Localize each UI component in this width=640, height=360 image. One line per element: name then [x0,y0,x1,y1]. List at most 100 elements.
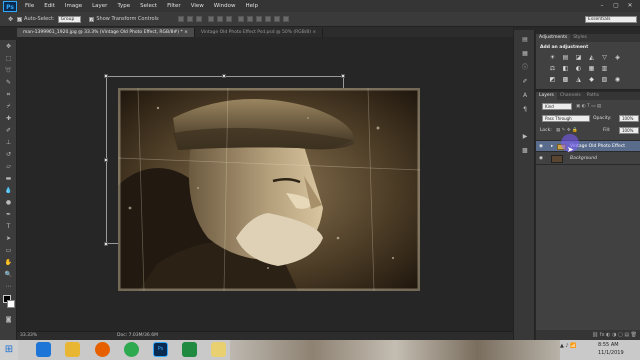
eye-icon[interactable]: ◉ [539,141,543,153]
layer-name[interactable]: Background [570,153,597,165]
blend-mode-dropdown[interactable]: Pass Through [542,115,590,122]
color-balance-adjustment-icon[interactable]: ⚖ [548,65,557,73]
layer-filter-dropdown[interactable]: Kind [542,103,572,110]
workspace-dropdown[interactable]: Essentials [585,15,637,23]
distribute-middle-button[interactable] [246,16,253,22]
file-explorer-icon[interactable] [65,342,80,357]
chrome-icon[interactable] [124,342,139,357]
distribute-bottom-button[interactable] [255,16,262,22]
app-taskbar-icon[interactable] [182,342,197,357]
hue-saturation-adjustment-icon[interactable]: ◈ [613,54,622,62]
transform-handle[interactable] [104,158,108,162]
menu-layer[interactable]: Layer [87,3,112,9]
tab-channels[interactable]: Channels [557,92,584,100]
menu-filter[interactable]: Filter [162,3,186,9]
layers-footer-icons[interactable]: ⛓ fx ◐ ◑ ▢ ▤ 🗑 [536,330,640,340]
auto-select-checkbox[interactable]: ✓ [17,16,23,22]
tab-layers[interactable]: Layers [536,92,557,100]
threshold-adjustment-icon[interactable]: ◮ [574,76,583,84]
quick-select-tool-icon[interactable]: ✎ [2,77,15,88]
menu-help[interactable]: Help [240,3,263,9]
brush-panel-icon[interactable]: ✐ [518,77,532,86]
pen-tool-icon[interactable]: ✒ [2,209,15,220]
curves-adjustment-icon[interactable]: ◪ [574,54,583,62]
distribute-left-button[interactable] [264,16,271,22]
tab-vintage-psd[interactable]: Vintage Old Photo Effect Psd.psd @ 50% (… [194,28,324,37]
auto-select-dropdown[interactable]: Group [57,15,82,23]
character-panel-icon[interactable]: A [518,91,532,100]
crop-tool-icon[interactable]: ⌗ [2,89,15,100]
fill-field[interactable]: 100% [619,127,639,134]
invert-adjustment-icon[interactable]: ◩ [548,76,557,84]
minimize-button[interactable]: – [596,1,608,10]
start-button-icon[interactable]: ⊞ [0,340,18,360]
background-color-swatch[interactable] [7,300,15,308]
clock-date[interactable]: 11/1/2019 [598,350,624,356]
exposure-adjustment-icon[interactable]: ◭ [587,54,596,62]
photo-filter-adjustment-icon[interactable]: ◐ [574,65,583,73]
tab-man-jpg[interactable]: man-1399961_1920.jpg @ 33.3% (Vintage Ol… [17,28,195,37]
zoom-tool-icon[interactable]: 🔍 [2,269,15,280]
info-panel-icon[interactable]: ⓘ [518,63,532,72]
menu-view[interactable]: View [186,3,209,9]
transform-handle[interactable] [104,74,108,78]
history-brush-tool-icon[interactable]: ↺ [2,149,15,160]
clock-time[interactable]: 8:55 AM [598,342,619,348]
tab-paths[interactable]: Paths [584,92,602,100]
blur-tool-icon[interactable]: 💧 [2,185,15,196]
image-canvas[interactable] [118,88,420,291]
tab-adjustments[interactable]: Adjustments [536,34,571,42]
eyedropper-tool-icon[interactable]: ⌿ [2,101,15,112]
paragraph-panel-icon[interactable]: ¶ [518,105,532,114]
swatches-panel-icon[interactable]: ▩ [518,146,532,155]
align-bottom-button[interactable] [195,16,202,22]
selective-color-adjustment-icon[interactable]: ◆ [587,76,596,84]
extra-adjustment-icon[interactable]: ◉ [613,76,622,84]
menu-type[interactable]: Type [112,3,135,9]
show-transform-checkbox[interactable]: ✓ [89,16,95,22]
maximize-button[interactable]: ▢ [610,1,622,10]
healing-brush-tool-icon[interactable]: ✚ [2,113,15,124]
zoom-level[interactable]: 33.33% [20,332,37,340]
photoshop-taskbar-icon[interactable]: Ps [153,342,168,357]
opacity-field[interactable]: 100% [619,115,639,122]
history-panel-icon[interactable]: ▤ [518,35,532,44]
expand-arrow-icon[interactable]: ▸ [551,141,553,153]
distribute-center-button[interactable] [273,16,280,22]
menu-edit[interactable]: Edit [39,3,60,9]
move-tool-icon[interactable]: ✥ [2,41,15,52]
menu-file[interactable]: File [20,3,39,9]
brush-tool-icon[interactable]: ✐ [2,125,15,136]
firefox-icon[interactable] [95,342,110,357]
lasso-tool-icon[interactable]: ➰ [2,65,15,76]
tray-icons[interactable]: ▲ ♪ 📶 [560,343,592,349]
eye-icon[interactable]: ◉ [539,153,543,165]
internet-explorer-icon[interactable] [36,342,51,357]
close-button[interactable]: ✕ [624,1,636,10]
type-tool-icon[interactable]: T [2,221,15,232]
levels-adjustment-icon[interactable]: ▤ [561,54,570,62]
transform-handle[interactable] [341,74,345,78]
clone-stamp-tool-icon[interactable]: ⊥ [2,137,15,148]
align-top-button[interactable] [177,16,184,22]
align-center-button[interactable] [216,16,223,22]
layer-row[interactable]: ◉ Background [536,153,640,165]
menu-window[interactable]: Window [209,3,241,9]
align-middle-button[interactable] [186,16,193,22]
layer-filter-icons[interactable]: ▣ ◐ T ▭ ▤ [576,101,601,113]
marquee-tool-icon[interactable]: ⬚ [2,53,15,64]
gradient-tool-icon[interactable]: ▬ [2,173,15,184]
distribute-right-button[interactable] [282,16,289,22]
extra-tools-icon[interactable]: ⋯ [2,281,15,292]
properties-panel-icon[interactable]: ▦ [518,49,532,58]
brightness-adjustment-icon[interactable]: ☀ [548,54,557,62]
align-left-button[interactable] [207,16,214,22]
menu-image[interactable]: Image [60,3,87,9]
gradient-map-adjustment-icon[interactable]: ▧ [600,76,609,84]
posterize-adjustment-icon[interactable]: ▩ [561,76,570,84]
path-select-tool-icon[interactable]: ➤ [2,233,15,244]
vibrance-adjustment-icon[interactable]: ▽ [600,54,609,62]
black-white-adjustment-icon[interactable]: ◧ [561,65,570,73]
color-swatches[interactable] [2,295,16,313]
menu-select[interactable]: Select [135,3,162,9]
